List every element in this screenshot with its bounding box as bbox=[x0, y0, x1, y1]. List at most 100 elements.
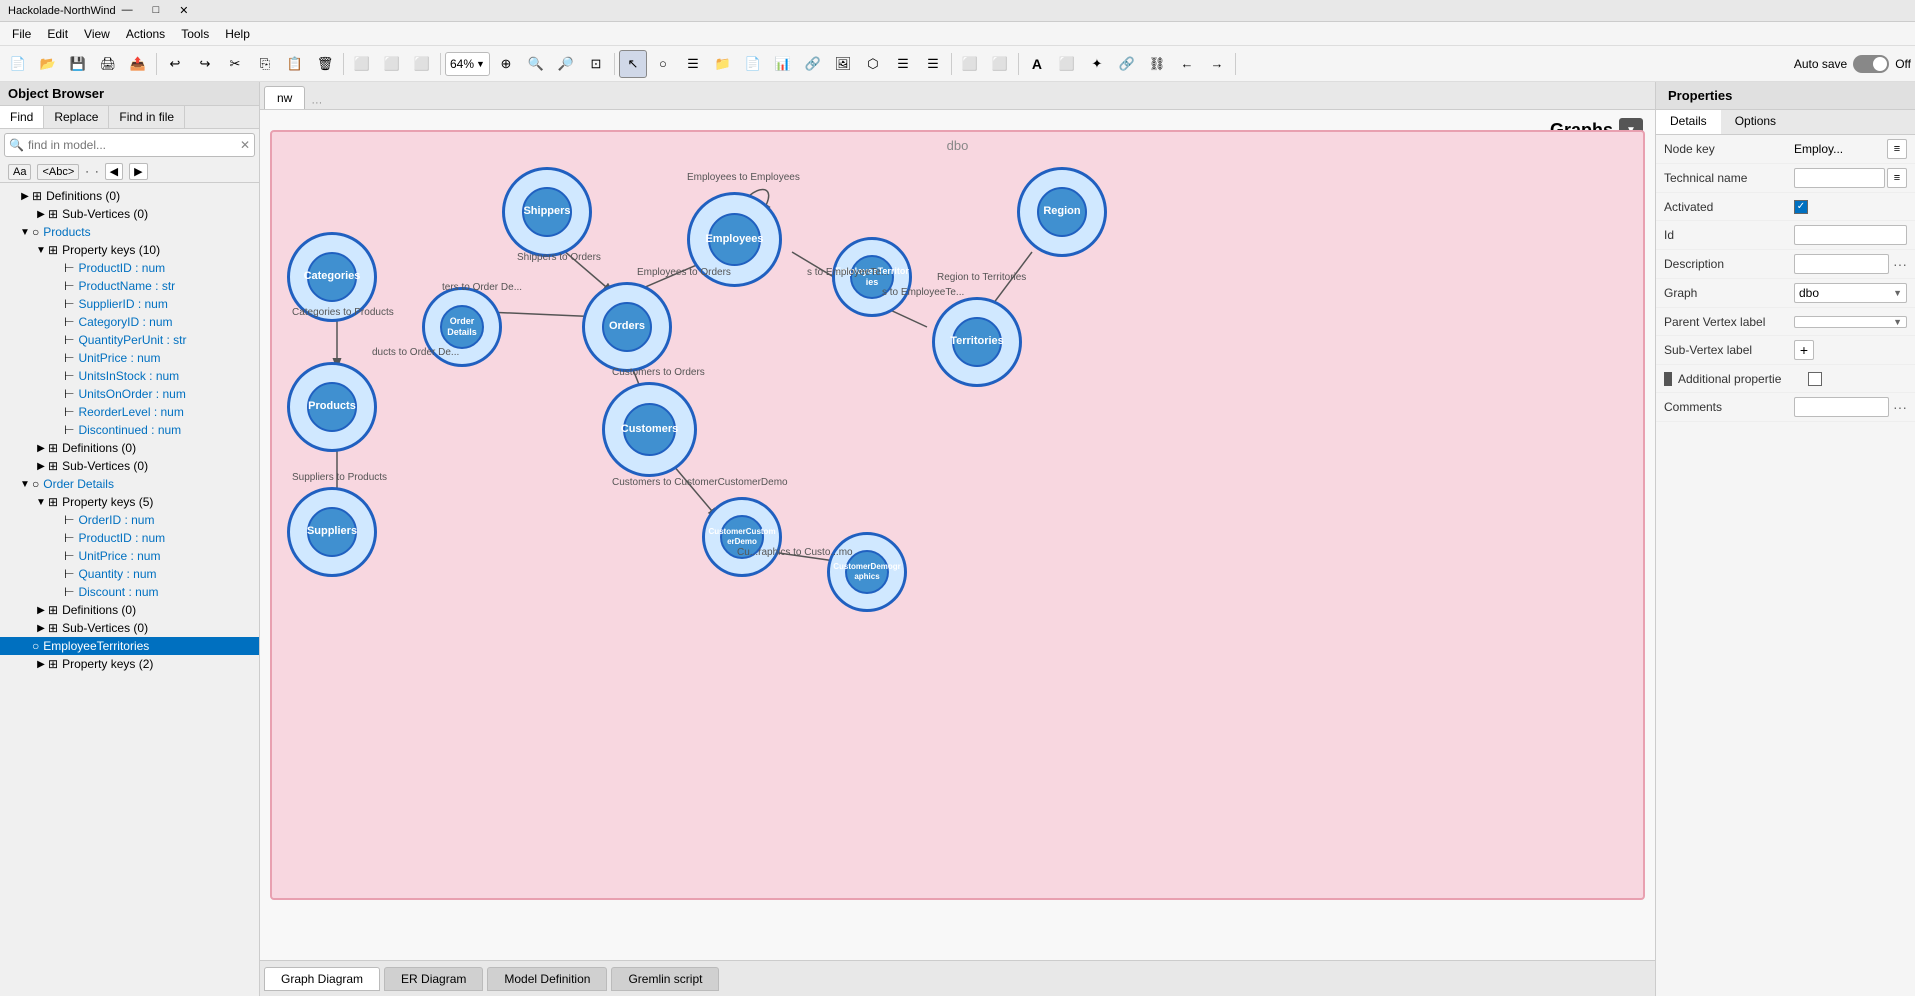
tree-item-productid[interactable]: ⊢ ProductID : num bbox=[0, 259, 259, 277]
tree-item-productname[interactable]: ⊢ ProductName : str bbox=[0, 277, 259, 295]
tree-item-supplierid[interactable]: ⊢ SupplierID : num bbox=[0, 295, 259, 313]
bottom-tab-graph-diagram[interactable]: Graph Diagram bbox=[264, 967, 380, 991]
tree-item-quantity[interactable]: ⊢ Quantity : num bbox=[0, 565, 259, 583]
comments-input[interactable] bbox=[1794, 397, 1889, 417]
window2-button[interactable]: ⬜ bbox=[986, 50, 1014, 78]
copy-button[interactable]: ⎘ bbox=[251, 50, 279, 78]
maximize-button[interactable]: □ bbox=[147, 4, 166, 17]
tree-item-categoryid[interactable]: ⊢ CategoryID : num bbox=[0, 313, 259, 331]
tool6-button[interactable]: 🔗 bbox=[799, 50, 827, 78]
word-option[interactable]: <Abc> bbox=[37, 164, 79, 180]
node-suppliers[interactable]: Suppliers bbox=[287, 487, 377, 577]
additional-drag-handle[interactable] bbox=[1664, 372, 1672, 386]
node-region[interactable]: Region bbox=[1017, 167, 1107, 257]
zoom-display[interactable]: 64% ▼ bbox=[445, 52, 490, 76]
bottom-tab-gremlin[interactable]: Gremlin script bbox=[611, 967, 719, 991]
new-button[interactable]: 📄 bbox=[4, 50, 32, 78]
link2-button[interactable]: ⛓ bbox=[1143, 50, 1171, 78]
tree-item-definitions-2[interactable]: ▶ ⊞ Definitions (0) bbox=[0, 601, 259, 619]
tree-item-propkeys-5[interactable]: ▼ ⊞ Property keys (5) bbox=[0, 493, 259, 511]
tree-item-unitprice2[interactable]: ⊢ UnitPrice : num bbox=[0, 547, 259, 565]
zoom-in-button[interactable]: 🔍 bbox=[522, 50, 550, 78]
nav-next-button[interactable]: ▶ bbox=[129, 163, 147, 180]
open-button[interactable]: 📂 bbox=[34, 50, 62, 78]
tree-item-subvertices-2[interactable]: ▶ ⊞ Sub-Vertices (0) bbox=[0, 619, 259, 637]
format3-button[interactable]: ⬜ bbox=[408, 50, 436, 78]
techname-input[interactable] bbox=[1794, 168, 1885, 188]
autosave-switch[interactable] bbox=[1853, 55, 1889, 73]
activated-checkbox[interactable] bbox=[1794, 200, 1808, 214]
prop-tab-details[interactable]: Details bbox=[1656, 110, 1721, 134]
tree-item-orderid[interactable]: ⊢ OrderID : num bbox=[0, 511, 259, 529]
menu-file[interactable]: File bbox=[4, 25, 39, 43]
id-input[interactable] bbox=[1794, 225, 1907, 245]
zoom-reset-button[interactable]: ⊡ bbox=[582, 50, 610, 78]
tree-item-discontinued[interactable]: ⊢ Discontinued : num bbox=[0, 421, 259, 439]
arrow2-button[interactable]: → bbox=[1203, 50, 1231, 78]
autosave-toggle[interactable]: Auto save Off bbox=[1794, 55, 1911, 73]
graph-dropdown[interactable]: dbo bbox=[1794, 283, 1907, 303]
menu-actions[interactable]: Actions bbox=[118, 25, 173, 43]
tree-item-reorderlevel[interactable]: ⊢ ReorderLevel : num bbox=[0, 403, 259, 421]
additional-checkbox[interactable] bbox=[1808, 372, 1822, 386]
description-input[interactable] bbox=[1794, 254, 1889, 274]
print-button[interactable]: 🖨 bbox=[94, 50, 122, 78]
tree-item-subvertices-1[interactable]: ▶ ⊞ Sub-Vertices (0) bbox=[0, 457, 259, 475]
tree-item-subvertices-0a[interactable]: ▶ ⊞ Sub-Vertices (0) bbox=[0, 205, 259, 223]
bottom-tab-model-def[interactable]: Model Definition bbox=[487, 967, 607, 991]
tree-item-definitions-1[interactable]: ▶ ⊞ Definitions (0) bbox=[0, 439, 259, 457]
node-territories[interactable]: Territories bbox=[932, 297, 1022, 387]
redo-button[interactable]: ↪ bbox=[191, 50, 219, 78]
menu-view[interactable]: View bbox=[76, 25, 118, 43]
tree-item-productid2[interactable]: ⊢ ProductID : num bbox=[0, 529, 259, 547]
tree-item-propkeys-10[interactable]: ▼ ⊞ Property keys (10) bbox=[0, 241, 259, 259]
node-orders[interactable]: Orders bbox=[582, 282, 672, 372]
undo-button[interactable]: ↩ bbox=[161, 50, 189, 78]
delete-button[interactable]: 🗑 bbox=[311, 50, 339, 78]
tree-item-orderdetails[interactable]: ▼ ○ Order Details bbox=[0, 475, 259, 493]
parent-vertex-dropdown[interactable] bbox=[1794, 316, 1907, 328]
menu-edit[interactable]: Edit bbox=[39, 25, 76, 43]
menu-tools[interactable]: Tools bbox=[173, 25, 217, 43]
minimize-button[interactable]: — bbox=[116, 4, 139, 17]
tree-item-propkeys-2[interactable]: ▶ ⊞ Property keys (2) bbox=[0, 655, 259, 673]
tool3-button[interactable]: 📁 bbox=[709, 50, 737, 78]
node-customercustomerdemo[interactable]: CustomerCustom erDemo bbox=[702, 497, 782, 577]
tree-item-definitions-0[interactable]: ▶ ⊞ Definitions (0) bbox=[0, 187, 259, 205]
clear-search-icon[interactable]: ✕ bbox=[240, 138, 250, 152]
close-button[interactable]: ✕ bbox=[173, 4, 194, 17]
format2-button[interactable]: ⬜ bbox=[378, 50, 406, 78]
node-products[interactable]: Products bbox=[287, 362, 377, 452]
zoom-fit-button[interactable]: ⊕ bbox=[492, 50, 520, 78]
menu-help[interactable]: Help bbox=[217, 25, 258, 43]
zoom-out-button[interactable]: 🔎 bbox=[552, 50, 580, 78]
view1-button[interactable]: ⬜ bbox=[1053, 50, 1081, 78]
cut-button[interactable]: ✂ bbox=[221, 50, 249, 78]
tree-item-employeeterritories[interactable]: ○ EmployeeTerritories bbox=[0, 637, 259, 655]
node-customerdemographics[interactable]: CustomerDemogr aphics bbox=[827, 532, 907, 612]
node-customers[interactable]: Customers bbox=[602, 382, 697, 477]
tool8-button[interactable]: ⬡ bbox=[859, 50, 887, 78]
find-tab[interactable]: Find bbox=[0, 106, 44, 128]
format1-button[interactable]: ⬜ bbox=[348, 50, 376, 78]
tree-item-unitsonorder[interactable]: ⊢ UnitsOnOrder : num bbox=[0, 385, 259, 403]
tree-item-unitprice[interactable]: ⊢ UnitPrice : num bbox=[0, 349, 259, 367]
arrow1-button[interactable]: ← bbox=[1173, 50, 1201, 78]
prop-tab-options[interactable]: Options bbox=[1721, 110, 1790, 134]
save-button[interactable]: 💾 bbox=[64, 50, 92, 78]
node-shippers[interactable]: Shippers bbox=[502, 167, 592, 257]
tool10-button[interactable]: ☰ bbox=[919, 50, 947, 78]
replace-tab[interactable]: Replace bbox=[44, 106, 109, 128]
grid-button[interactable]: ✦ bbox=[1083, 50, 1111, 78]
case-option[interactable]: Aa bbox=[8, 164, 31, 180]
tool1-button[interactable]: ○ bbox=[649, 50, 677, 78]
tool2-button[interactable]: ☰ bbox=[679, 50, 707, 78]
techname-menu-button[interactable]: ≡ bbox=[1887, 168, 1907, 188]
select-button[interactable]: ↖ bbox=[619, 50, 647, 78]
tree-item-quantityperunit[interactable]: ⊢ QuantityPerUnit : str bbox=[0, 331, 259, 349]
nav-prev-button[interactable]: ◀ bbox=[105, 163, 123, 180]
link1-button[interactable]: 🔗 bbox=[1113, 50, 1141, 78]
subvertex-plus-button[interactable]: + bbox=[1794, 340, 1814, 360]
search-input[interactable] bbox=[28, 138, 236, 152]
tool5-button[interactable]: 📊 bbox=[769, 50, 797, 78]
